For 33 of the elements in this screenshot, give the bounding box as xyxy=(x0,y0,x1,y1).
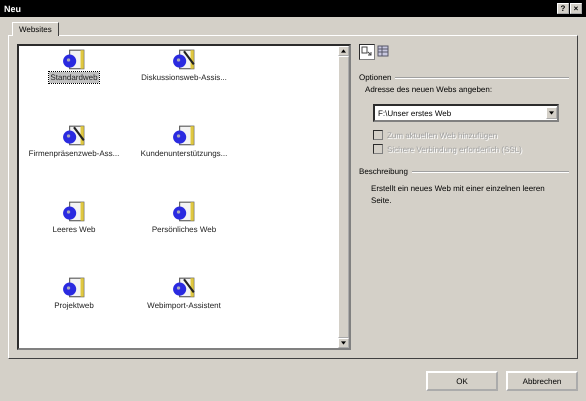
field-label: Adresse des neuen Webs angeben: xyxy=(365,85,494,94)
down-arrow-icon[interactable] xyxy=(341,341,346,345)
ok-button[interactable]: OK xyxy=(426,371,498,391)
large-icons-view-icon[interactable] xyxy=(359,44,375,60)
address-combo-box[interactable]: F:\Unser erstes Web xyxy=(373,104,559,122)
template-item[interactable]: Firmenpräsenzweb-Ass... xyxy=(28,148,120,159)
group-heading: Optionen xyxy=(359,73,392,82)
template-item[interactable]: Leeres Web xyxy=(52,224,96,235)
template-item[interactable]: Diskussionsweb-Assis... xyxy=(140,72,228,83)
template-item[interactable]: Webimport-Assistent xyxy=(146,300,222,311)
description-text: Erstellt ein neues Web mit einer einzelnen leeren Seite. xyxy=(371,183,546,207)
template-item[interactable]: Kundenunterstützungs... xyxy=(140,148,228,159)
close-button[interactable]: × xyxy=(570,3,582,14)
template-item[interactable]: Persönliches Web xyxy=(150,224,218,235)
web-wizard-icon[interactable] xyxy=(172,276,196,300)
template-item[interactable]: Projektweb xyxy=(53,300,95,311)
template-item[interactable]: Standardweb xyxy=(49,72,99,83)
help-button[interactable]: ? xyxy=(557,3,569,14)
web-wizard-icon[interactable] xyxy=(172,48,196,72)
web-page-icon[interactable] xyxy=(62,276,86,300)
web-wizard-icon[interactable] xyxy=(62,124,86,148)
tab[interactable]: Websites xyxy=(12,22,59,36)
window-title: Neu xyxy=(4,4,22,14)
dropdown-arrow-icon[interactable] xyxy=(549,111,554,115)
up-arrow-icon[interactable] xyxy=(341,49,346,53)
web-page-icon[interactable] xyxy=(172,124,196,148)
web-page-icon[interactable] xyxy=(172,200,196,224)
web-page-icon[interactable] xyxy=(62,200,86,224)
group-heading: Beschreibung xyxy=(359,167,408,176)
web-page-icon[interactable] xyxy=(62,48,86,72)
scrollbar[interactable] xyxy=(338,46,349,348)
list-view-icon[interactable] xyxy=(376,44,390,58)
cancel-button[interactable]: Abbrechen xyxy=(506,371,578,391)
